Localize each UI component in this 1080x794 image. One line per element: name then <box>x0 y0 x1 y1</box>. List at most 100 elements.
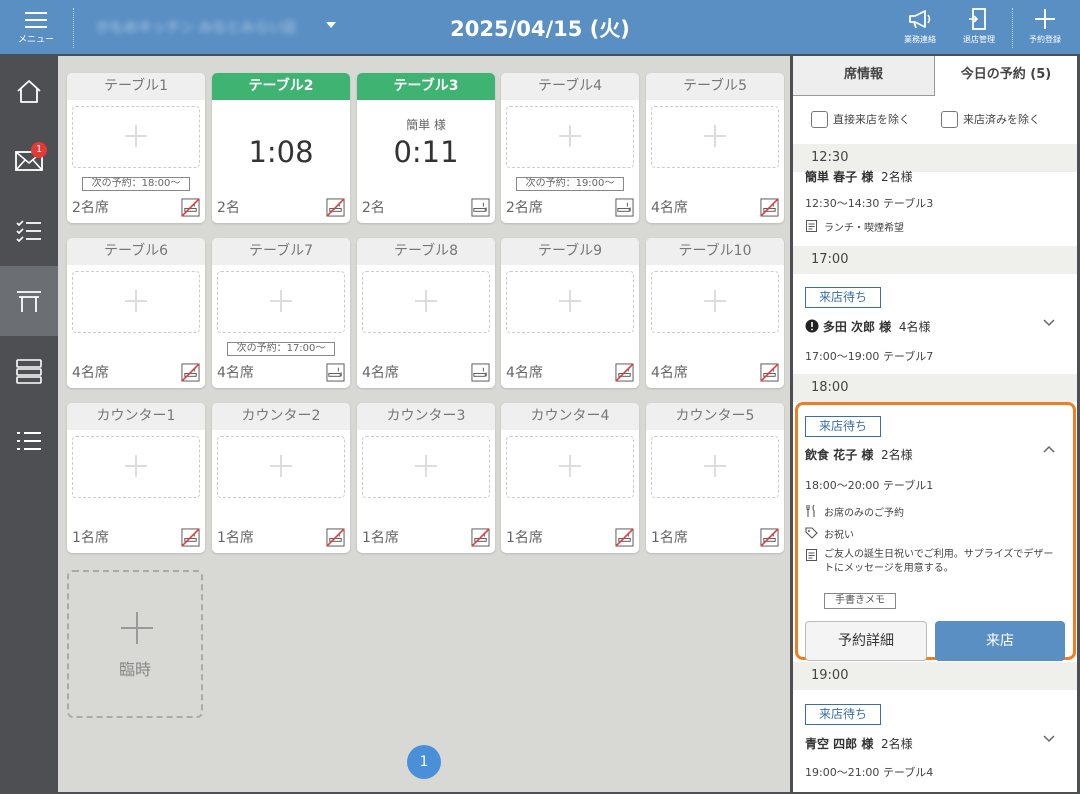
counter-card[interactable]: カウンター5 1名席 <box>646 403 784 553</box>
plus-icon <box>704 125 726 147</box>
reservation-note: ランチ・喫煙希望 <box>805 219 904 234</box>
plus-icon <box>704 290 726 312</box>
business-notice-button[interactable]: 業務連絡 <box>890 6 950 50</box>
plus-icon <box>270 290 292 312</box>
table-card[interactable]: テーブル8 4名席 <box>357 238 495 388</box>
empty-slot[interactable] <box>217 436 345 498</box>
checkbox[interactable] <box>941 110 958 128</box>
table-card[interactable]: テーブル5 4名席 <box>646 73 784 223</box>
plus-icon <box>270 455 292 477</box>
menu-button[interactable]: メニュー <box>0 0 72 54</box>
no-smoking-icon <box>181 363 200 382</box>
counter-card[interactable]: カウンター4 1名席 <box>501 403 639 553</box>
table-card[interactable]: テーブル6 4名席 <box>67 238 205 388</box>
page-indicator[interactable]: 1 <box>407 745 441 779</box>
empty-slot[interactable] <box>651 271 779 333</box>
seat-count: 1名席 <box>651 530 688 546</box>
empty-slot[interactable] <box>72 271 200 333</box>
status-badge: 来店待ち <box>805 287 881 308</box>
table-name: テーブル1 <box>67 73 205 100</box>
sidebar-item-layout[interactable] <box>0 336 58 406</box>
table-card[interactable]: テーブル3 簡単 様 0:11 2名 <box>357 73 495 223</box>
no-smoking-icon <box>181 528 200 547</box>
seat-count: 2名席 <box>72 200 109 216</box>
exit-management-button[interactable]: 退店管理 <box>949 6 1009 50</box>
reservation-item[interactable]: 来店待ち 青空 四郎 様 2名様 19:00〜21:00 テーブル4 <box>793 690 1077 792</box>
time-group-header: 19:00 <box>793 662 1077 690</box>
empty-slot[interactable] <box>72 436 200 498</box>
filter-bar: 直接来店を除く 来店済みを除く <box>793 96 1077 146</box>
counter-name: カウンター4 <box>501 403 639 430</box>
hamburger-icon <box>25 12 47 29</box>
store-name[interactable]: かもめキッチン みなとみらい店 <box>96 17 296 37</box>
business-notice-label: 業務連絡 <box>904 35 936 44</box>
reservation-item[interactable]: 簡単 春子 様 2名様 12:30〜14:30 テーブル3 ランチ・喫煙希望 <box>793 170 1077 248</box>
table-name: テーブル2 <box>212 73 350 100</box>
sidebar-item-home[interactable] <box>0 56 58 126</box>
seat-count: 4名席 <box>506 365 543 381</box>
table-name: テーブル8 <box>357 238 495 265</box>
no-smoking-icon <box>760 363 779 382</box>
plus-icon <box>559 290 581 312</box>
guest-name: 飲食 花子 様 2名様 <box>805 448 913 462</box>
empty-slot[interactable] <box>362 271 490 333</box>
status-badge: 来店待ち <box>805 416 881 437</box>
plus-icon <box>559 455 581 477</box>
counter-card[interactable]: カウンター2 1名席 <box>212 403 350 553</box>
reservation-item-expanded[interactable]: 来店待ち 飲食 花子 様 2名様 18:00〜20:00 テーブル1 お席のみの… <box>793 402 1077 661</box>
counter-card[interactable]: カウンター1 1名席 <box>67 403 205 553</box>
caret-down-icon[interactable] <box>326 22 336 28</box>
empty-slot[interactable] <box>506 436 634 498</box>
guest-count: 2名 <box>362 200 385 216</box>
temporary-label: 臨時 <box>118 660 151 679</box>
table-card[interactable]: テーブル1 次の予約：18:00〜 2名席 <box>67 73 205 223</box>
filter-exclude-visited[interactable]: 来店済みを除く <box>941 110 1040 128</box>
empty-slot[interactable] <box>506 106 634 168</box>
reservation-item[interactable]: 来店待ち 多田 次郎 様 4名様 17:00〜19:00 テーブル7 <box>793 274 1077 374</box>
layout-rows-icon <box>16 359 42 384</box>
seat-count: 4名席 <box>651 365 688 381</box>
chevron-up-icon[interactable] <box>1043 444 1055 456</box>
reservation-detail-button[interactable]: 予約詳細 <box>805 621 927 661</box>
table-card[interactable]: テーブル7 次の予約：17:00〜 4名席 <box>212 238 350 388</box>
memo-icon <box>806 220 817 232</box>
empty-slot[interactable] <box>506 271 634 333</box>
chevron-down-icon[interactable] <box>1043 316 1055 328</box>
no-smoking-icon <box>471 528 490 547</box>
empty-slot[interactable] <box>362 436 490 498</box>
empty-slot[interactable] <box>651 106 779 168</box>
sidebar-item-tables[interactable] <box>0 266 58 336</box>
tab-today-reservations[interactable]: 今日の予約 (5) <box>935 56 1077 96</box>
sidebar-item-list[interactable] <box>0 406 58 476</box>
chevron-down-icon[interactable] <box>1043 732 1055 744</box>
seat-count: 2名席 <box>506 200 543 216</box>
empty-slot[interactable] <box>72 106 200 168</box>
filter-label: 直接来店を除く <box>833 113 910 126</box>
table-name: テーブル5 <box>646 73 784 100</box>
add-temporary-table-button[interactable]: 臨時 <box>67 570 203 718</box>
empty-slot[interactable] <box>651 436 779 498</box>
table-card[interactable]: テーブル9 4名席 <box>501 238 639 388</box>
checkbox[interactable] <box>811 110 828 128</box>
table-card[interactable]: テーブル2 1:08 2名 <box>212 73 350 223</box>
table-card[interactable]: テーブル4 次の予約：19:00〜 2名席 <box>501 73 639 223</box>
sidebar-item-messages[interactable]: 1 <box>0 126 58 196</box>
empty-slot[interactable] <box>217 271 345 333</box>
counter-card[interactable]: カウンター3 1名席 <box>357 403 495 553</box>
handwritten-memo-button[interactable]: 手書きメモ <box>824 593 896 609</box>
table-card[interactable]: テーブル10 4名席 <box>646 238 784 388</box>
check-in-button[interactable]: 来店 <box>935 621 1065 661</box>
new-reservation-button[interactable]: 予約登録 <box>1015 6 1075 50</box>
plus-icon <box>125 125 147 147</box>
plus-icon <box>415 290 437 312</box>
reservation-panel: 席情報 今日の予約 (5) 直接来店を除く 来店済みを除く 12:30 簡単 春… <box>793 56 1077 792</box>
tab-seat-info[interactable]: 席情報 <box>793 56 935 96</box>
guest-name: 簡単 春子 様 2名様 <box>805 170 913 184</box>
header-divider <box>73 8 74 48</box>
filter-exclude-walkin[interactable]: 直接来店を除く <box>811 110 910 128</box>
seat-count: 1名席 <box>506 530 543 546</box>
no-smoking-icon <box>615 363 634 382</box>
next-reservation: 次の予約：17:00〜 <box>227 342 335 356</box>
counter-name: カウンター5 <box>646 403 784 430</box>
sidebar-item-tasks[interactable] <box>0 196 58 266</box>
